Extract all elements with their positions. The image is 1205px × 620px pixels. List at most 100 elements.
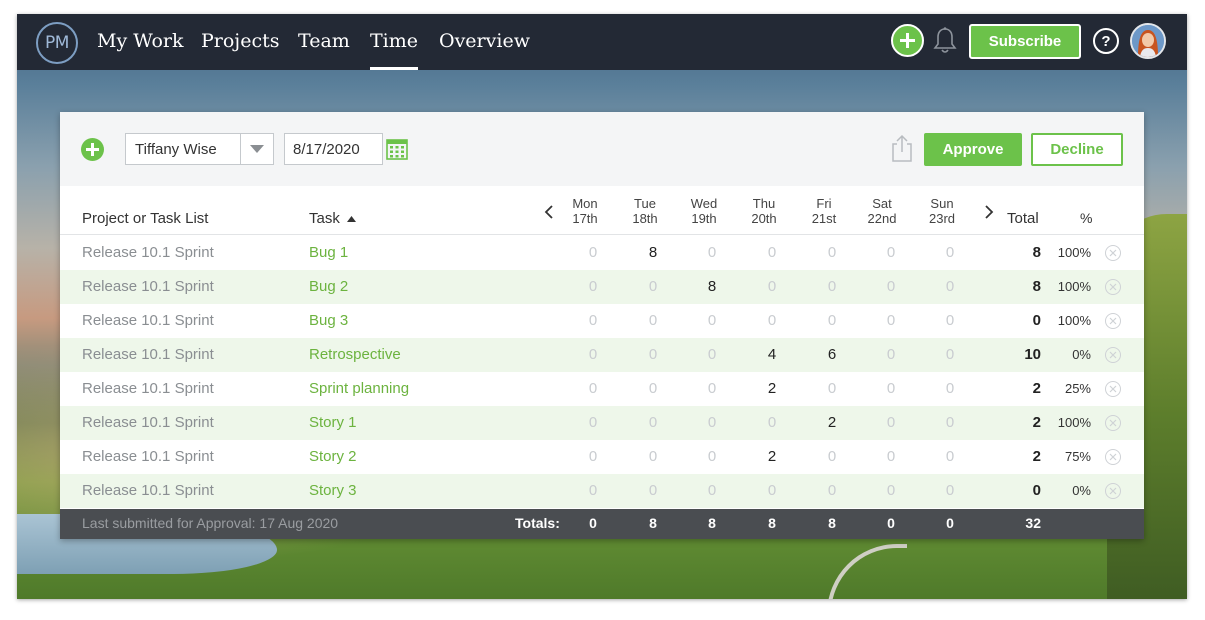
hours-cell[interactable]: 0 xyxy=(629,278,677,295)
hours-cell[interactable]: 0 xyxy=(808,380,856,397)
avatar[interactable] xyxy=(1130,23,1166,59)
dropdown-arrow-icon[interactable] xyxy=(240,134,273,164)
hours-cell[interactable]: 0 xyxy=(688,346,736,363)
remove-row-icon[interactable] xyxy=(1105,279,1121,295)
remove-row-icon[interactable] xyxy=(1105,381,1121,397)
hours-cell[interactable]: 0 xyxy=(748,244,796,261)
day-total: 0 xyxy=(946,515,954,531)
hours-cell[interactable]: 0 xyxy=(569,278,617,295)
app-logo[interactable]: PM xyxy=(36,22,78,64)
row-task-link[interactable]: Story 1 xyxy=(309,414,357,431)
remove-row-icon[interactable] xyxy=(1105,347,1121,363)
hours-cell[interactable]: 0 xyxy=(867,414,915,431)
remove-row-icon[interactable] xyxy=(1105,313,1121,329)
hours-cell[interactable]: 0 xyxy=(867,312,915,329)
previous-week-icon[interactable] xyxy=(542,204,556,220)
hours-cell[interactable]: 0 xyxy=(629,448,677,465)
hours-cell[interactable]: 0 xyxy=(688,482,736,499)
row-project: Release 10.1 Sprint xyxy=(82,414,214,431)
hours-cell[interactable]: 0 xyxy=(748,278,796,295)
hours-cell[interactable]: 0 xyxy=(808,278,856,295)
hours-cell[interactable]: 0 xyxy=(867,244,915,261)
calendar-icon[interactable] xyxy=(386,138,408,160)
hours-cell[interactable]: 6 xyxy=(808,346,856,363)
hours-cell[interactable]: 0 xyxy=(808,312,856,329)
nav-projects[interactable]: Projects xyxy=(201,14,279,70)
hours-cell[interactable]: 0 xyxy=(808,448,856,465)
hours-cell[interactable]: 0 xyxy=(569,312,617,329)
add-new-button[interactable] xyxy=(891,24,924,57)
hours-cell[interactable]: 0 xyxy=(926,448,974,465)
hours-cell[interactable]: 0 xyxy=(926,312,974,329)
hours-cell[interactable]: 8 xyxy=(688,278,736,295)
column-header-task[interactable]: Task xyxy=(309,210,357,227)
hours-cell[interactable]: 0 xyxy=(867,278,915,295)
hours-cell[interactable]: 0 xyxy=(688,312,736,329)
date-input[interactable] xyxy=(284,133,383,165)
hours-cell[interactable]: 2 xyxy=(748,448,796,465)
remove-row-icon[interactable] xyxy=(1105,449,1121,465)
hours-cell[interactable]: 0 xyxy=(926,244,974,261)
hours-cell[interactable]: 0 xyxy=(688,414,736,431)
hours-cell[interactable]: 2 xyxy=(808,414,856,431)
nav-my-work[interactable]: My Work xyxy=(97,14,184,70)
next-week-icon[interactable] xyxy=(982,204,996,220)
nav-team[interactable]: Team xyxy=(298,14,350,70)
notification-bell-icon[interactable] xyxy=(932,26,958,56)
hours-cell[interactable]: 0 xyxy=(569,244,617,261)
remove-row-icon[interactable] xyxy=(1105,245,1121,261)
hours-cell[interactable]: 0 xyxy=(748,482,796,499)
subscribe-button[interactable]: Subscribe xyxy=(969,24,1081,59)
row-percent: 100% xyxy=(1057,313,1091,328)
export-share-icon[interactable] xyxy=(892,134,912,162)
hours-cell[interactable]: 0 xyxy=(629,380,677,397)
row-task-link[interactable]: Sprint planning xyxy=(309,380,409,397)
hours-cell[interactable]: 0 xyxy=(867,346,915,363)
hours-cell[interactable]: 0 xyxy=(748,414,796,431)
hours-cell[interactable]: 0 xyxy=(569,380,617,397)
row-task-link[interactable]: Story 3 xyxy=(309,482,357,499)
approve-button[interactable]: Approve xyxy=(924,133,1022,166)
hours-cell[interactable]: 0 xyxy=(926,346,974,363)
help-icon[interactable]: ? xyxy=(1093,28,1119,54)
hours-cell[interactable]: 0 xyxy=(569,414,617,431)
row-task-link[interactable]: Retrospective xyxy=(309,346,401,363)
hours-cell[interactable]: 0 xyxy=(808,244,856,261)
hours-cell[interactable]: 0 xyxy=(926,380,974,397)
hours-cell[interactable]: 0 xyxy=(926,278,974,295)
remove-row-icon[interactable] xyxy=(1105,483,1121,499)
hours-cell[interactable]: 4 xyxy=(748,346,796,363)
nav-overview[interactable]: Overview xyxy=(439,14,530,70)
hours-cell[interactable]: 0 xyxy=(688,244,736,261)
hours-cell[interactable]: 2 xyxy=(748,380,796,397)
hours-cell[interactable]: 0 xyxy=(748,312,796,329)
table-row: Release 10.1 Sprint Story 2 0 0 0 2 0 0 0 2 75% xyxy=(60,440,1144,474)
hours-cell[interactable]: 0 xyxy=(926,482,974,499)
row-task-link[interactable]: Bug 2 xyxy=(309,278,348,295)
hours-cell[interactable]: 0 xyxy=(867,380,915,397)
hours-cell[interactable]: 0 xyxy=(867,448,915,465)
hours-cell[interactable]: 0 xyxy=(808,482,856,499)
hours-cell[interactable]: 0 xyxy=(926,414,974,431)
hours-cell[interactable]: 0 xyxy=(688,448,736,465)
hours-cell[interactable]: 0 xyxy=(629,482,677,499)
row-task-link[interactable]: Story 2 xyxy=(309,448,357,465)
hours-cell[interactable]: 0 xyxy=(569,482,617,499)
day-total: 8 xyxy=(768,515,776,531)
row-task-link[interactable]: Bug 1 xyxy=(309,244,348,261)
hours-cell[interactable]: 0 xyxy=(629,346,677,363)
hours-cell[interactable]: 0 xyxy=(569,448,617,465)
hours-cell[interactable]: 0 xyxy=(688,380,736,397)
remove-row-icon[interactable] xyxy=(1105,415,1121,431)
hours-cell[interactable]: 0 xyxy=(629,312,677,329)
hours-cell[interactable]: 0 xyxy=(629,414,677,431)
hours-cell[interactable]: 0 xyxy=(867,482,915,499)
column-header-project[interactable]: Project or Task List xyxy=(82,210,208,227)
hours-cell[interactable]: 8 xyxy=(629,244,677,261)
nav-time[interactable]: Time xyxy=(370,14,419,70)
user-select[interactable]: Tiffany Wise xyxy=(125,133,274,165)
add-row-button[interactable] xyxy=(81,138,104,161)
row-task-link[interactable]: Bug 3 xyxy=(309,312,348,329)
decline-button[interactable]: Decline xyxy=(1031,133,1123,166)
hours-cell[interactable]: 0 xyxy=(569,346,617,363)
